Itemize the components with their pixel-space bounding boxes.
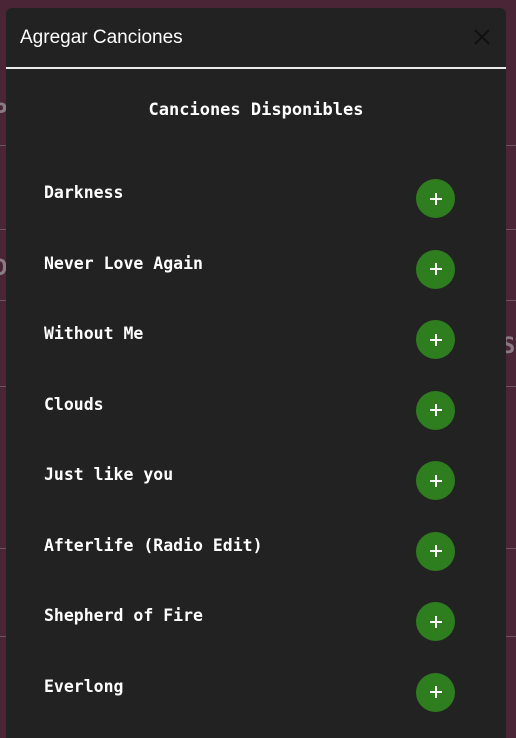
song-list: Darkness Never Love Again Without Me Clo… (6, 173, 506, 737)
song-title: Everlong (44, 676, 124, 696)
plus-icon (429, 192, 442, 205)
add-song-button[interactable] (416, 390, 455, 430)
list-item: Darkness (6, 173, 506, 244)
list-item: Afterlife (Radio Edit) (6, 526, 506, 597)
song-title: Afterlife (Radio Edit) (44, 535, 263, 555)
song-title: Shepherd of Fire (44, 606, 203, 625)
add-song-button[interactable] (416, 531, 455, 571)
song-title: Clouds (44, 394, 104, 414)
section-title: Canciones Disponibles (148, 100, 364, 120)
list-item: Without Me (6, 314, 506, 385)
modal-title: Agregar Canciones (20, 27, 183, 48)
list-item: Just like you (6, 455, 506, 526)
modal-header: Agregar Canciones (6, 8, 506, 69)
list-item: Clouds (6, 385, 506, 456)
song-title: Just like you (44, 465, 174, 484)
close-button[interactable] (470, 25, 494, 49)
song-title: Without Me (44, 324, 144, 343)
plus-icon (429, 686, 442, 698)
plus-icon (429, 263, 442, 275)
plus-icon (429, 333, 442, 346)
plus-icon (429, 404, 442, 416)
add-song-button[interactable] (416, 602, 455, 641)
song-title: Never Love Again (44, 253, 203, 273)
plus-icon (429, 545, 442, 557)
add-song-button[interactable] (416, 672, 455, 712)
plus-icon (429, 474, 442, 487)
add-song-button[interactable] (416, 249, 455, 289)
plus-icon (429, 615, 442, 628)
add-song-button[interactable] (416, 320, 455, 359)
add-song-button[interactable] (416, 179, 455, 218)
add-songs-modal: Agregar Canciones Canciones Disponibles … (6, 8, 506, 738)
song-title: Darkness (44, 183, 124, 202)
add-song-button[interactable] (416, 461, 455, 500)
list-item: Never Love Again (6, 244, 506, 315)
list-item: Shepherd of Fire (6, 596, 506, 667)
close-icon (474, 29, 490, 45)
list-item: Everlong (6, 667, 506, 738)
